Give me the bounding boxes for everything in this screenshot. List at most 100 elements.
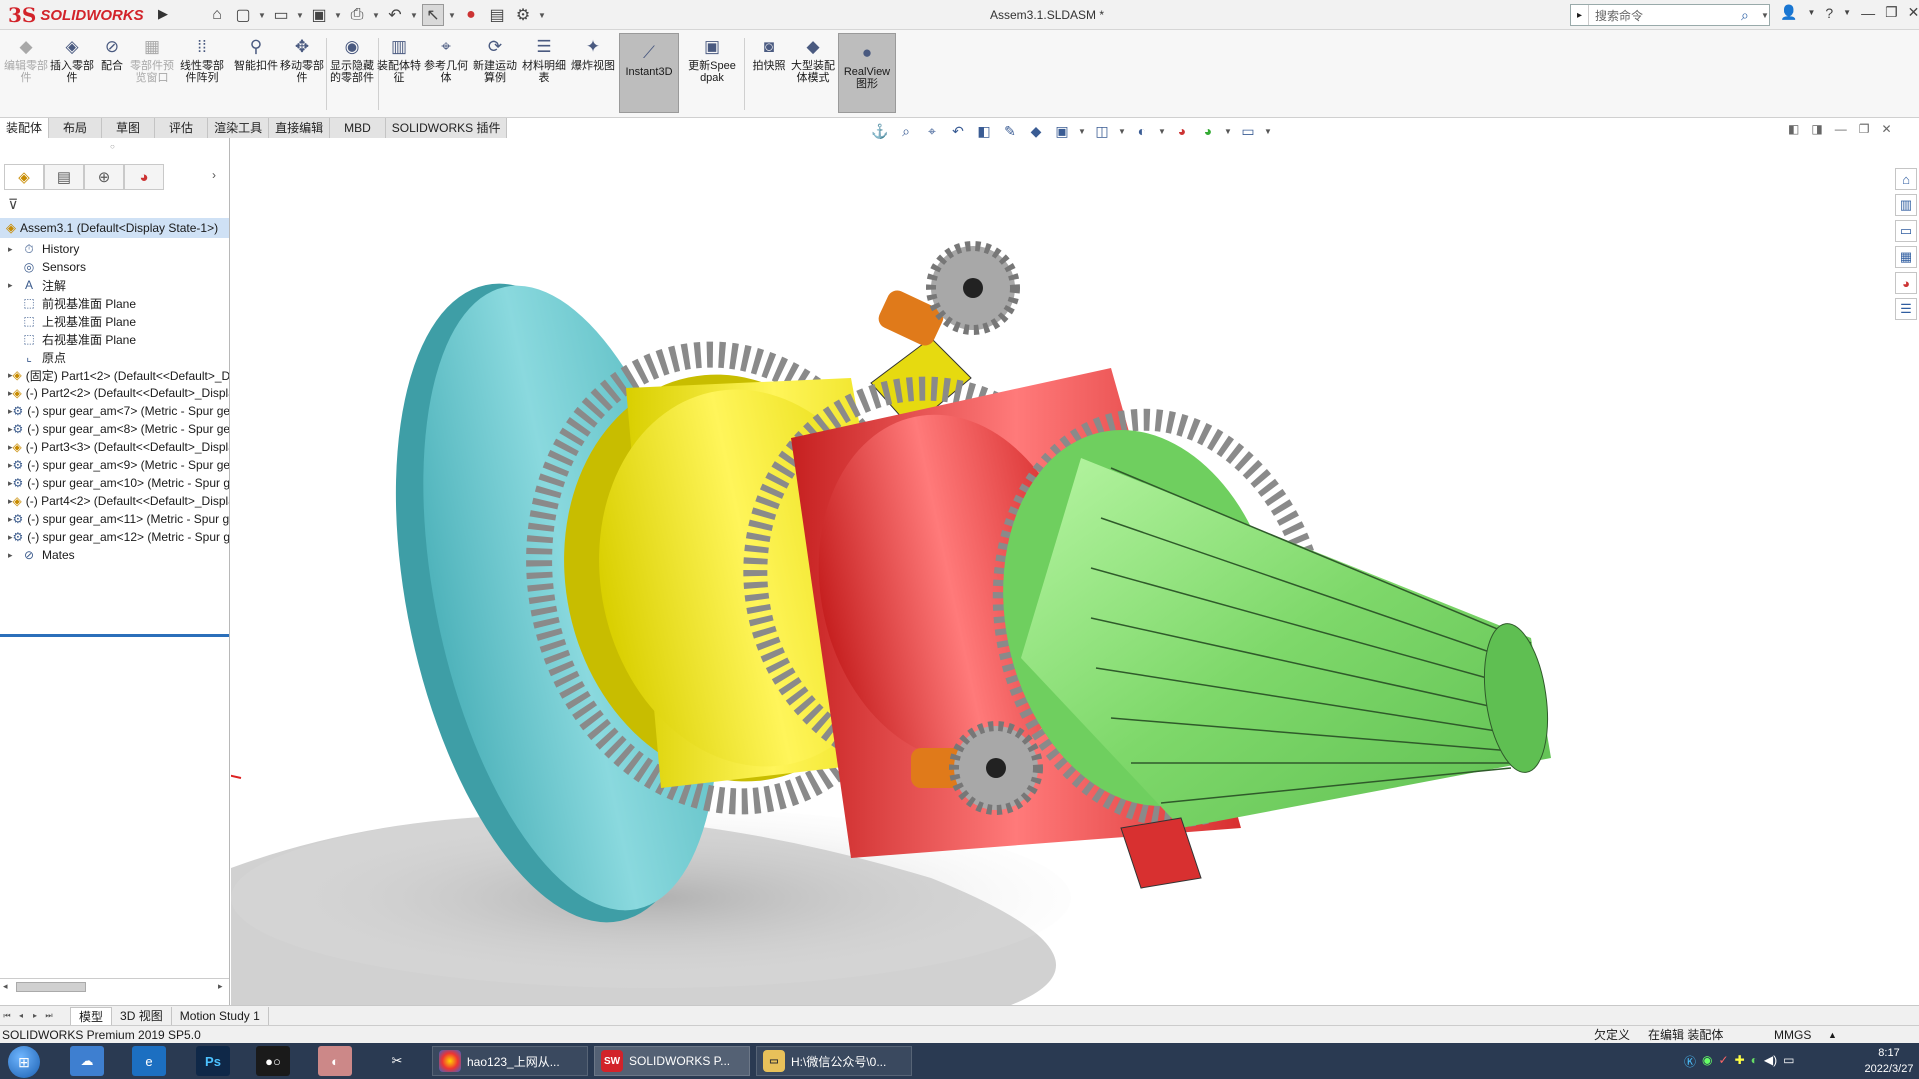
tree-item[interactable]: ◎ Sensors: [0, 258, 229, 276]
tab-evaluate[interactable]: 评估: [155, 118, 209, 138]
tree-item[interactable]: ▸ ⚙ (-) spur gear_am<7> (Metric - Spur gea…: [0, 402, 229, 420]
photoshop-icon[interactable]: Ps: [196, 1046, 230, 1076]
traffic-light-icon[interactable]: ●: [460, 4, 482, 26]
feature-manager-tab-icon[interactable]: ◈: [4, 164, 44, 190]
edit-part-button[interactable]: ◆ 编辑零部件: [3, 36, 49, 84]
tree-item[interactable]: ▸ ◈ (-) Part4<2> (Default<<Default>_Displa…: [0, 492, 229, 510]
undo-icon[interactable]: ↶: [384, 4, 406, 26]
snapshot-button[interactable]: ◙ 拍快照: [746, 36, 792, 72]
tree-root-assembly[interactable]: ◈ Assem3.1 (Default<Display State-1>): [0, 218, 229, 238]
appearances-icon[interactable]: ◕: [1895, 272, 1917, 294]
tree-item[interactable]: ▸ ⚙ (-) spur gear_am<11> (Metric - Spur ge…: [0, 510, 229, 528]
search-command-icon[interactable]: ▸: [1571, 5, 1589, 25]
scroll-left-icon[interactable]: ◂: [3, 981, 8, 992]
panel-splitter-icon[interactable]: ○: [110, 142, 115, 151]
system-clock[interactable]: 8:17 2022/3/27: [1862, 1045, 1916, 1077]
taskbar-window-solidworks[interactable]: SW SOLIDWORKS P...: [594, 1046, 750, 1076]
tab-model[interactable]: 模型: [70, 1006, 113, 1025]
user-dropdown-icon[interactable]: ▼: [1807, 8, 1815, 17]
tray-shield-icon[interactable]: ✚: [1735, 1053, 1745, 1070]
property-manager-tab-icon[interactable]: ▤: [44, 164, 84, 190]
new-document-icon[interactable]: ▢: [232, 4, 254, 26]
bom-button[interactable]: ☰ 材料明细表: [521, 36, 567, 84]
tree-item[interactable]: ▸ A 注解: [0, 276, 229, 294]
smart-fastener-button[interactable]: ⚲ 智能扣件: [233, 36, 279, 72]
preview-window-button[interactable]: ▦ 零部件预览窗口: [129, 36, 175, 84]
viewport-restore-icon[interactable]: ❐: [1859, 122, 1870, 136]
tab-3d-view[interactable]: 3D 视图: [112, 1006, 172, 1025]
tree-item[interactable]: ▸ ⏱ History: [0, 240, 229, 258]
tray-k-icon[interactable]: Ⓚ: [1684, 1053, 1696, 1070]
tree-item[interactable]: ▸ ⚙ (-) spur gear_am<8> (Metric - Spur gea…: [0, 420, 229, 438]
tree-item[interactable]: ▸ ⚙ (-) spur gear_am<10> (Metric - Spur ge…: [0, 474, 229, 492]
view-palette-icon[interactable]: ▦: [1895, 246, 1917, 268]
taskbar-window-browser[interactable]: hao123_上网从...: [432, 1046, 588, 1076]
tree-item[interactable]: ▸◈(固定) Part1<2> (Default<<Default>_Displ…: [0, 366, 229, 384]
instant3d-button[interactable]: ⟋ Instant3D: [619, 33, 679, 113]
tab-render-tools[interactable]: 渲染工具: [208, 118, 270, 138]
file-explorer-icon[interactable]: ▭: [1895, 220, 1917, 242]
baidu-netdisk-icon[interactable]: ☁: [70, 1046, 104, 1076]
prev-tab-icon[interactable]: ◂: [14, 1011, 28, 1020]
search-dropdown-icon[interactable]: ▼: [1761, 4, 1769, 26]
panel-expand-arrow-icon[interactable]: ›: [212, 168, 216, 182]
large-assembly-button[interactable]: ◆ 大型装配体模式: [790, 36, 836, 84]
custom-properties-icon[interactable]: ☰: [1895, 298, 1917, 320]
speedpak-button[interactable]: ▣ 更新Speedpak: [686, 36, 738, 84]
configuration-manager-tab-icon[interactable]: ⊕: [84, 164, 124, 190]
search-input[interactable]: 搜索命令: [1589, 7, 1741, 24]
screenshot-tool-icon[interactable]: ✂: [380, 1046, 414, 1076]
tab-motion-study[interactable]: Motion Study 1: [172, 1006, 269, 1025]
ie-browser-icon[interactable]: e: [132, 1046, 166, 1076]
tree-item[interactable]: ⬚ 前视基准面 Plane: [0, 294, 229, 312]
tree-item[interactable]: ▸ ⚙ (-) spur gear_am<12> (Metric - Spur ge…: [0, 528, 229, 546]
tab-mbd[interactable]: MBD: [330, 118, 386, 138]
undo-dropdown-icon[interactable]: ▼: [410, 4, 418, 26]
rollback-bar[interactable]: [0, 634, 229, 637]
save-icon[interactable]: ▣: [308, 4, 330, 26]
scroll-thumb[interactable]: [16, 982, 86, 992]
options-gear-icon[interactable]: ⚙: [512, 4, 534, 26]
next-tab-icon[interactable]: ▸: [28, 1011, 42, 1020]
viewport-prev-icon[interactable]: ◧: [1788, 122, 1799, 136]
filter-icon[interactable]: ⊽: [8, 196, 18, 213]
viewport-close-icon[interactable]: ✕: [1881, 122, 1891, 136]
minimize-icon[interactable]: —: [1861, 5, 1875, 21]
help-icon[interactable]: ?: [1825, 5, 1833, 21]
print-dropdown-icon[interactable]: ▼: [372, 4, 380, 26]
expand-arrow-icon[interactable]: ▸: [8, 280, 20, 291]
move-component-button[interactable]: ✥ 移动零部件: [279, 36, 325, 84]
open-icon[interactable]: ▭: [270, 4, 292, 26]
design-library-icon[interactable]: ▥: [1895, 194, 1917, 216]
volume-icon[interactable]: ◀): [1764, 1053, 1777, 1070]
tree-item[interactable]: ⌞ 原点: [0, 348, 229, 366]
unit-system[interactable]: MMGS: [1774, 1026, 1811, 1044]
expand-arrow-icon[interactable]: ▸: [8, 244, 20, 255]
home-icon[interactable]: ⌂: [206, 4, 228, 26]
help-dropdown-icon[interactable]: ▼: [1843, 8, 1851, 17]
scroll-right-icon[interactable]: ▸: [218, 981, 223, 992]
select-dropdown-icon[interactable]: ▼: [448, 4, 456, 26]
horizontal-scrollbar[interactable]: ◂ ▸: [0, 978, 229, 994]
viewport-minimize-icon[interactable]: —: [1835, 122, 1847, 136]
unit-system-arrow-icon[interactable]: ▲: [1828, 1026, 1837, 1044]
taskbar-window-folder[interactable]: ▭ H:\微信公众号\0...: [756, 1046, 912, 1076]
expand-arrow-icon[interactable]: ▸: [8, 550, 20, 561]
realview-button[interactable]: ● RealView图形: [838, 33, 896, 113]
resources-home-icon[interactable]: ⌂: [1895, 168, 1917, 190]
tray-security-icon[interactable]: ✓: [1719, 1053, 1729, 1070]
select-pointer-icon[interactable]: ↖: [422, 4, 444, 26]
last-tab-icon[interactable]: ⏭: [42, 1011, 56, 1021]
exploded-view-button[interactable]: ✦ 爆炸视图: [570, 36, 616, 72]
close-icon[interactable]: ✕: [1908, 4, 1919, 21]
media-player-icon[interactable]: ●○: [256, 1046, 290, 1076]
open-dropdown-icon[interactable]: ▼: [296, 4, 304, 26]
tree-item[interactable]: ▸ ◈ (-) Part2<2> (Default<<Default>_Displa…: [0, 384, 229, 402]
tab-layout[interactable]: 布局: [49, 118, 103, 138]
tree-item[interactable]: ⬚ 上视基准面 Plane: [0, 312, 229, 330]
tab-addins[interactable]: SOLIDWORKS 插件: [385, 118, 508, 138]
search-icon[interactable]: ⌕: [1741, 7, 1761, 24]
tree-item[interactable]: ▸ ⚙ (-) spur gear_am<9> (Metric - Spur gea…: [0, 456, 229, 474]
tree-item[interactable]: ▸ ◈ (-) Part3<3> (Default<<Default>_Displa…: [0, 438, 229, 456]
tray-circle-icon[interactable]: ◉: [1702, 1053, 1712, 1070]
